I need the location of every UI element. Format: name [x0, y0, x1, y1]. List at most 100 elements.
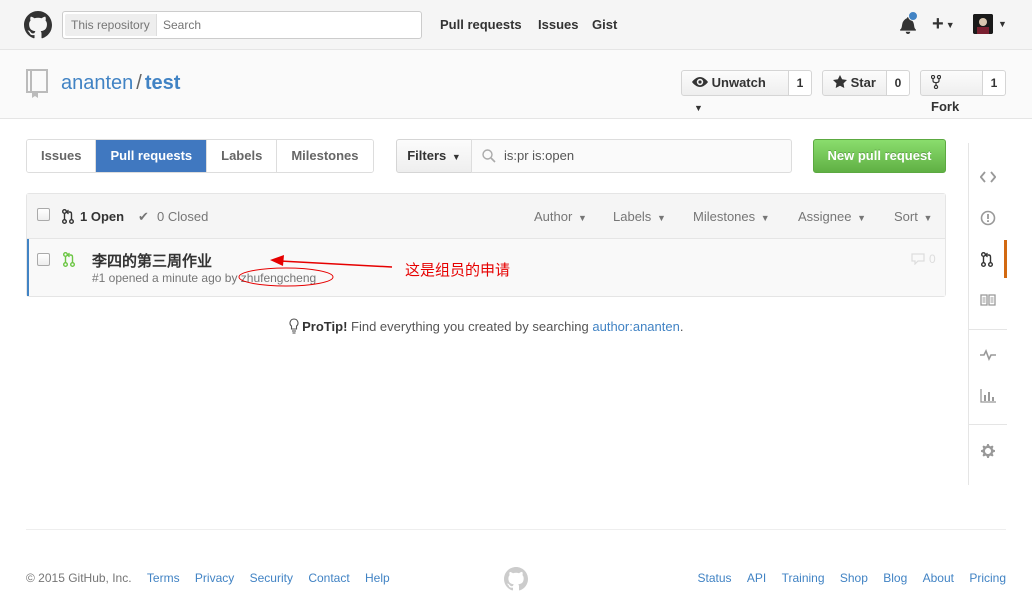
filter-author-label: Author: [534, 209, 573, 224]
create-new-menu[interactable]: + ▼: [932, 13, 955, 36]
star-label: Star: [850, 75, 876, 90]
star-icon: [833, 75, 847, 88]
issues-pr-subnav: Issues Pull requests Labels Milestones: [26, 139, 374, 173]
caret-down-icon: ▼: [451, 151, 461, 162]
footer-link-terms[interactable]: Terms: [147, 571, 180, 585]
stars-count[interactable]: 0: [887, 70, 910, 96]
sidebar-item-issues[interactable]: [969, 199, 1007, 237]
protip-end: .: [679, 319, 684, 334]
caret-down-icon: ▼: [694, 102, 703, 113]
subnav-labels[interactable]: Labels: [206, 140, 277, 172]
github-logo-icon[interactable]: [24, 11, 52, 39]
footer-link-help[interactable]: Help: [365, 571, 390, 585]
user-avatar[interactable]: [973, 14, 993, 34]
pull-request-author-link[interactable]: zhufengcheng: [241, 271, 316, 285]
repo-icon: [26, 69, 48, 98]
pulse-icon: [980, 349, 996, 361]
footer-link-contact[interactable]: Contact: [308, 571, 349, 585]
caret-down-icon: ▼: [923, 212, 933, 223]
fork-button[interactable]: Fork: [920, 70, 983, 114]
lightbulb-icon: [289, 318, 299, 334]
sidebar-item-graphs[interactable]: [969, 377, 1007, 415]
subnav-milestones[interactable]: Milestones: [276, 140, 373, 172]
pull-request-icon: [980, 251, 993, 267]
sidebar-item-settings[interactable]: [969, 432, 1007, 470]
footer-link-shop[interactable]: Shop: [840, 571, 868, 585]
caret-down-icon: ▼: [656, 212, 666, 223]
check-icon: ✔: [138, 209, 149, 224]
issue-opened-icon: [980, 210, 996, 226]
pull-request-list: 1 Open ✔ 0 Closed Author ▼ Labels ▼ Mile…: [26, 193, 946, 297]
forks-count[interactable]: 1: [983, 70, 1006, 96]
footer-link-api[interactable]: API: [747, 571, 766, 585]
repo-separator: /: [136, 72, 142, 94]
avatar-image-icon: [973, 14, 993, 34]
subnav-issues[interactable]: Issues: [27, 140, 96, 172]
footer-divider: [26, 529, 1006, 530]
pull-request-meta: #1 opened a minute ago by zhufengcheng: [92, 271, 316, 285]
footer-right: Status API Training Shop Blog About Pric…: [686, 571, 1006, 585]
nav-gist[interactable]: Gist: [592, 17, 617, 32]
comment-icon: [911, 253, 925, 265]
nav-pull-requests[interactable]: Pull requests: [440, 17, 522, 32]
pull-request-title-link[interactable]: 李四的第三周作业: [92, 250, 212, 271]
list-header: 1 Open ✔ 0 Closed Author ▼ Labels ▼ Mile…: [27, 194, 945, 239]
eye-icon: [692, 77, 708, 87]
protip-search-link[interactable]: author:ananten: [592, 319, 679, 334]
unread-indicator: [908, 11, 918, 21]
filter-milestones[interactable]: Milestones ▼: [693, 209, 770, 224]
star-button[interactable]: Star: [822, 70, 887, 96]
footer-link-status[interactable]: Status: [698, 571, 732, 585]
graph-icon: [980, 389, 996, 403]
closed-count-link[interactable]: 0 Closed: [157, 209, 208, 224]
new-pull-request-button[interactable]: New pull request: [813, 139, 946, 173]
github-mark-icon[interactable]: [504, 567, 528, 591]
filter-query-input[interactable]: [504, 140, 784, 172]
nav-issues[interactable]: Issues: [538, 17, 578, 32]
filters-dropdown-button[interactable]: Filters ▼: [396, 139, 472, 173]
repo-name-link[interactable]: test: [145, 72, 181, 94]
filter-assignee[interactable]: Assignee ▼: [798, 209, 866, 224]
protip-label: ProTip!: [302, 319, 348, 334]
protip-text: Find everything you created by searching: [347, 319, 593, 334]
select-all-checkbox[interactable]: [37, 208, 50, 221]
footer-left: © 2015 GitHub, Inc. Terms Privacy Securi…: [26, 571, 390, 585]
open-pull-request-icon: [63, 252, 75, 267]
search-icon: [482, 149, 496, 163]
watchers-count[interactable]: 1: [789, 70, 812, 96]
caret-down-icon: ▼: [760, 212, 770, 223]
caret-down-icon: ▼: [857, 212, 867, 223]
subnav-pull-requests[interactable]: Pull requests: [95, 140, 207, 172]
select-item-checkbox[interactable]: [37, 253, 50, 266]
sidebar-item-pulse[interactable]: [969, 336, 1007, 374]
filter-labels-label: Labels: [613, 209, 652, 224]
code-icon: [980, 171, 996, 183]
unwatch-button[interactable]: Unwatch ▼: [681, 70, 789, 113]
book-icon: [980, 294, 996, 306]
filter-sort[interactable]: Sort ▼: [894, 209, 932, 224]
sidebar-item-wiki[interactable]: [969, 281, 1007, 319]
footer-link-pricing[interactable]: Pricing: [969, 571, 1006, 585]
footer-link-training[interactable]: Training: [782, 571, 825, 585]
sidebar-item-pull-requests[interactable]: [969, 240, 1007, 278]
caret-down-icon: ▼: [577, 212, 587, 223]
open-count-link[interactable]: 1 Open: [80, 209, 124, 224]
fork-label: Fork: [931, 99, 960, 114]
caret-down-icon[interactable]: ▼: [998, 19, 1007, 29]
footer-link-about[interactable]: About: [923, 571, 954, 585]
footer-link-privacy[interactable]: Privacy: [195, 571, 234, 585]
sidebar-item-code[interactable]: [969, 158, 1007, 196]
search-input[interactable]: [163, 12, 413, 38]
footer-link-security[interactable]: Security: [250, 571, 293, 585]
filter-labels[interactable]: Labels ▼: [613, 209, 666, 224]
comment-count: 0: [929, 252, 936, 266]
unwatch-label: Unwatch: [711, 75, 766, 90]
pull-request-meta-text: #1 opened a minute ago by: [92, 271, 241, 285]
repo-sidebar-nav: [968, 143, 1007, 485]
repo-header: ananten / test Unwatch ▼ 1 Star 0 Fork 1: [0, 50, 1032, 119]
sidebar-divider: [969, 329, 1007, 330]
filter-sort-label: Sort: [894, 209, 918, 224]
repo-owner-link[interactable]: ananten: [61, 72, 133, 94]
filter-author[interactable]: Author ▼: [534, 209, 587, 224]
footer-link-blog[interactable]: Blog: [883, 571, 907, 585]
